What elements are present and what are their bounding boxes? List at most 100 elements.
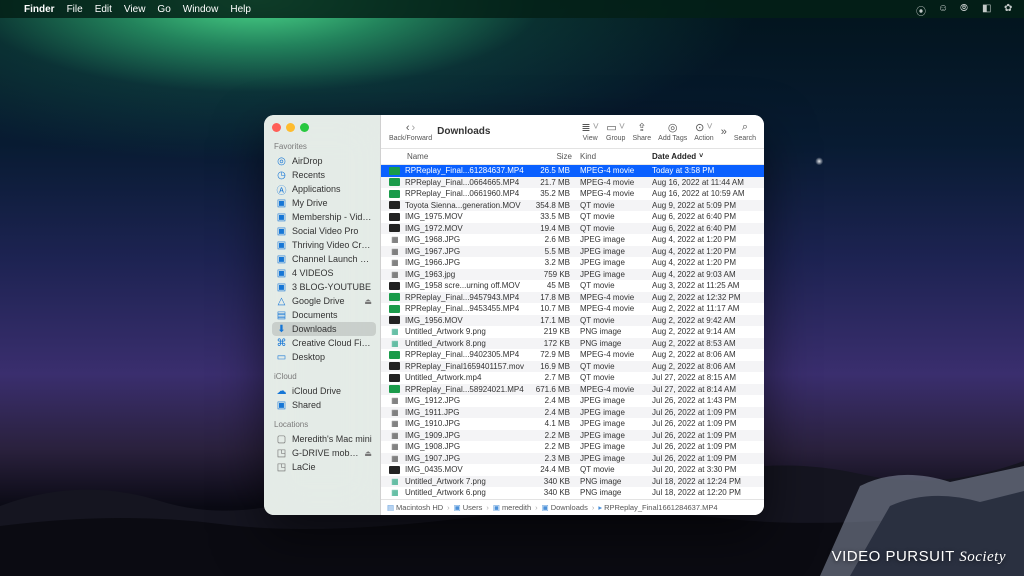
file-size: 340 KB [524, 488, 572, 497]
file-name: IMG_1910.JPG [405, 419, 524, 428]
file-row[interactable]: IMG_1972.MOV19.4 MBQT movieAug 6, 2022 a… [381, 223, 764, 235]
shared-icon: ▣ [276, 400, 287, 411]
file-size: 24.4 MB [524, 465, 572, 474]
file-row[interactable]: IMG_1958 scre...urning off.MOV45 MBQT mo… [381, 280, 764, 292]
menu-edit[interactable]: Edit [95, 4, 112, 15]
column-headers[interactable]: Name Size Kind Date Added˅ [381, 149, 764, 165]
user-icon[interactable]: ☺ [938, 3, 950, 15]
file-row[interactable]: IMG_0435.MOV24.4 MBQT movieJul 20, 2022 … [381, 464, 764, 476]
file-row[interactable]: IMG_1968.JPG2.6 MBJPEG imageAug 4, 2022 … [381, 234, 764, 246]
sidebar-item-meredith-s-mac-mini[interactable]: ▢Meredith's Mac mini [272, 432, 376, 446]
file-row[interactable]: RPReplay_Final...61284637.MP426.5 MBMPEG… [381, 165, 764, 177]
path-bar[interactable]: ▤Macintosh HD›▣Users›▣meredith›▣Download… [381, 499, 764, 515]
eject-icon[interactable]: ⏏ [364, 297, 372, 306]
file-row[interactable]: IMG_1966.JPG3.2 MBJPEG imageAug 4, 2022 … [381, 257, 764, 269]
airdrop-icon: ◎ [276, 156, 287, 167]
menu-go[interactable]: Go [157, 4, 170, 15]
group-button[interactable]: ▭ ˅Group [606, 121, 625, 142]
back-forward-buttons[interactable]: ‹ › Back/Forward [389, 122, 432, 142]
file-row[interactable]: RPReplay_Final...9457943.MP417.8 MBMPEG-… [381, 292, 764, 304]
sidebar-item-applications[interactable]: ⒶApplications [272, 182, 376, 196]
file-row[interactable]: IMG_1975.MOV33.5 MBQT movieAug 6, 2022 a… [381, 211, 764, 223]
sidebar-item-desktop[interactable]: ▭Desktop [272, 350, 376, 364]
col-date[interactable]: Date Added˅ [644, 152, 756, 161]
minimize-button[interactable] [286, 123, 295, 132]
view-button[interactable]: ≣ ˅View [581, 121, 599, 142]
wifi-icon[interactable]: ⦾ [960, 3, 972, 15]
file-row[interactable]: RPReplay_Final...0661960.MP435.2 MBMPEG-… [381, 188, 764, 200]
sidebar-item-channel-launch-statup[interactable]: ▣Channel Launch Statup [272, 252, 376, 266]
path-segment[interactable]: ▤Macintosh HD [387, 503, 443, 512]
sidebar-item-thriving-video-creator-c[interactable]: ▣Thriving Video Creator Camp [272, 238, 376, 252]
file-row[interactable]: IMG_1911.JPG2.4 MBJPEG imageJul 26, 2022… [381, 407, 764, 419]
sidebar-item-4-videos[interactable]: ▣4 VIDEOS [272, 266, 376, 280]
file-row[interactable]: IMG_1963.jpg759 KBJPEG imageAug 4, 2022 … [381, 269, 764, 281]
file-icon [389, 327, 401, 337]
settings-icon[interactable]: ✿ [1004, 3, 1016, 15]
sidebar: Favorites ◎AirDrop◷RecentsⒶApplications▣… [264, 115, 381, 515]
sidebar-item-membership-video-pursuit[interactable]: ▣Membership - Video Pursuit So... [272, 210, 376, 224]
file-row[interactable]: Untitled_Artwork.mp42.7 MBQT movieJul 27… [381, 372, 764, 384]
col-size[interactable]: Size [524, 152, 572, 161]
file-kind: PNG image [572, 339, 644, 348]
sidebar-item-3-blog-youtube[interactable]: ▣3 BLOG-YOUTUBE [272, 280, 376, 294]
sidebar-item-lacie[interactable]: ◳LaCie [272, 460, 376, 474]
sidebar-item-icloud-drive[interactable]: ☁iCloud Drive [272, 384, 376, 398]
sidebar-item-g-drive-mobile-usb-c[interactable]: ◳G-DRIVE mobile USB-C⏏ [272, 446, 376, 460]
search-button[interactable]: ⌕Search [734, 121, 756, 142]
file-row[interactable]: RPReplay_Final...9453455.MP410.7 MBMPEG-… [381, 303, 764, 315]
finder-main: ‹ › Back/Forward Downloads ≣ ˅View ▭ ˅Gr… [381, 115, 764, 515]
file-row[interactable]: RPReplay_Final...9402305.MP472.9 MBMPEG-… [381, 349, 764, 361]
sidebar-item-social-video-pro[interactable]: ▣Social Video Pro [272, 224, 376, 238]
file-icon [389, 442, 401, 452]
path-segment[interactable]: ▣Downloads [542, 503, 588, 512]
sidebar-item-creative-cloud-files[interactable]: ⌘Creative Cloud Files [272, 336, 376, 350]
file-size: 2.3 MB [524, 454, 572, 463]
file-row[interactable]: IMG_1908.JPG2.2 MBJPEG imageJul 26, 2022… [381, 441, 764, 453]
control-center-icon[interactable]: ◧ [982, 3, 994, 15]
file-row[interactable]: Untitled_Artwork 6.png340 KBPNG imageJul… [381, 487, 764, 499]
file-row[interactable]: RPReplay_Final1659401157.mov16.9 MBQT mo… [381, 361, 764, 373]
eject-icon[interactable]: ⏏ [364, 449, 372, 458]
sidebar-item-recents[interactable]: ◷Recents [272, 168, 376, 182]
menu-view[interactable]: View [124, 4, 146, 15]
path-segment[interactable]: ▣meredith [493, 503, 531, 512]
file-row[interactable]: IMG_1909.JPG2.2 MBJPEG imageJul 26, 2022… [381, 430, 764, 442]
close-button[interactable] [272, 123, 281, 132]
file-icon [389, 315, 401, 325]
col-kind[interactable]: Kind [572, 152, 644, 161]
menu-help[interactable]: Help [230, 4, 251, 15]
tags-button[interactable]: ◎Add Tags [658, 121, 687, 142]
sidebar-item-shared[interactable]: ▣Shared [272, 398, 376, 412]
sidebar-item-downloads[interactable]: ⬇Downloads [272, 322, 376, 336]
sidebar-item-documents[interactable]: ▤Documents [272, 308, 376, 322]
share-button[interactable]: ⇪Share [632, 121, 651, 142]
menu-window[interactable]: Window [183, 4, 219, 15]
file-list[interactable]: RPReplay_Final...61284637.MP426.5 MBMPEG… [381, 165, 764, 499]
more-button[interactable]: » [721, 126, 727, 138]
menu-file[interactable]: File [67, 4, 83, 15]
file-row[interactable]: Toyota Sienna...generation.MOV354.8 MBQT… [381, 200, 764, 212]
file-row[interactable]: Untitled_Artwork 8.png172 KBPNG imageAug… [381, 338, 764, 350]
file-row[interactable]: IMG_1967.JPG5.5 MBJPEG imageAug 4, 2022 … [381, 246, 764, 258]
file-row[interactable]: Untitled_Artwork 9.png219 KBPNG imageAug… [381, 326, 764, 338]
path-icon: ▣ [542, 503, 549, 512]
menu-app[interactable]: Finder [24, 4, 55, 15]
sidebar-item-airdrop[interactable]: ◎AirDrop [272, 154, 376, 168]
file-row[interactable]: RPReplay_Final...0664665.MP421.7 MBMPEG-… [381, 177, 764, 189]
file-row[interactable]: IMG_1956.MOV17.1 MBQT movieAug 2, 2022 a… [381, 315, 764, 327]
col-name[interactable]: Name [389, 152, 524, 161]
zoom-button[interactable] [300, 123, 309, 132]
path-segment[interactable]: ▣Users [454, 503, 483, 512]
file-icon [389, 465, 401, 475]
sidebar-item-my-drive[interactable]: ▣My Drive [272, 196, 376, 210]
file-row[interactable]: IMG_1910.JPG4.1 MBJPEG imageJul 26, 2022… [381, 418, 764, 430]
file-row[interactable]: IMG_1907.JPG2.3 MBJPEG imageJul 26, 2022… [381, 453, 764, 465]
file-row[interactable]: IMG_1912.JPG2.4 MBJPEG imageJul 26, 2022… [381, 395, 764, 407]
sidebar-item-google-drive[interactable]: △Google Drive⏏ [272, 294, 376, 308]
file-row[interactable]: RPReplay_Final...58924021.MP4671.6 MBMPE… [381, 384, 764, 396]
action-button[interactable]: ⊙ ˅Action [694, 121, 713, 142]
screen-record-icon[interactable]: ⦿ [916, 3, 928, 15]
file-row[interactable]: Untitled_Artwork 7.png340 KBPNG imageJul… [381, 476, 764, 488]
path-segment[interactable]: ▸RPReplay_Final1661284637.MP4 [598, 503, 717, 512]
